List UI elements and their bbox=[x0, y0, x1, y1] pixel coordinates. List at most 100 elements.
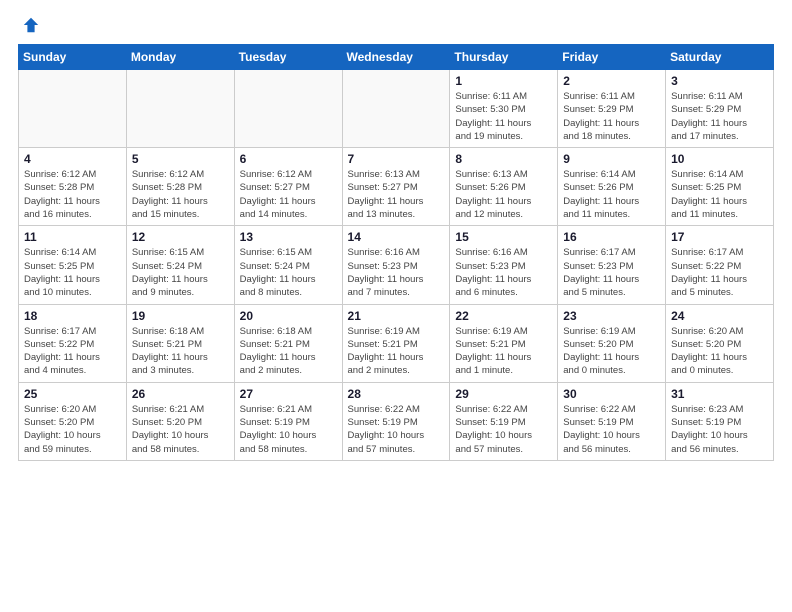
day-info: Sunrise: 6:14 AM Sunset: 5:25 PM Dayligh… bbox=[671, 168, 768, 221]
day-info: Sunrise: 6:17 AM Sunset: 5:22 PM Dayligh… bbox=[24, 325, 121, 378]
day-info: Sunrise: 6:21 AM Sunset: 5:20 PM Dayligh… bbox=[132, 403, 229, 456]
day-info: Sunrise: 6:19 AM Sunset: 5:20 PM Dayligh… bbox=[563, 325, 660, 378]
logo bbox=[18, 16, 40, 34]
calendar-cell: 19 Sunrise: 6:18 AM Sunset: 5:21 PM Dayli… bbox=[126, 304, 234, 382]
day-info: Sunrise: 6:17 AM Sunset: 5:23 PM Dayligh… bbox=[563, 246, 660, 299]
day-info: Sunrise: 6:15 AM Sunset: 5:24 PM Dayligh… bbox=[132, 246, 229, 299]
day-number: 27 bbox=[240, 387, 337, 401]
col-friday: Friday bbox=[558, 45, 666, 70]
day-info: Sunrise: 6:16 AM Sunset: 5:23 PM Dayligh… bbox=[348, 246, 445, 299]
calendar-cell: 25 Sunrise: 6:20 AM Sunset: 5:20 PM Dayli… bbox=[19, 382, 127, 460]
calendar-cell: 1 Sunrise: 6:11 AM Sunset: 5:30 PM Daylig… bbox=[450, 70, 558, 148]
logo-icon bbox=[22, 16, 40, 34]
day-info: Sunrise: 6:13 AM Sunset: 5:27 PM Dayligh… bbox=[348, 168, 445, 221]
calendar-cell: 2Sunrise: 6:11 AM Sunset: 5:29 PM Daylig… bbox=[558, 70, 666, 148]
page: Sunday Monday Tuesday Wednesday Thursday… bbox=[0, 0, 792, 612]
day-number: 25 bbox=[24, 387, 121, 401]
calendar-cell: 5 Sunrise: 6:12 AM Sunset: 5:28 PM Daylig… bbox=[126, 148, 234, 226]
day-info: Sunrise: 6:11 AM Sunset: 5:30 PM Dayligh… bbox=[455, 90, 552, 143]
day-number: 31 bbox=[671, 387, 768, 401]
calendar-cell: 20Sunrise: 6:18 AM Sunset: 5:21 PM Dayli… bbox=[234, 304, 342, 382]
calendar-cell: 3 Sunrise: 6:11 AM Sunset: 5:29 PM Daylig… bbox=[666, 70, 774, 148]
day-number: 16 bbox=[563, 230, 660, 244]
day-number: 8 bbox=[455, 152, 552, 166]
day-info: Sunrise: 6:18 AM Sunset: 5:21 PM Dayligh… bbox=[132, 325, 229, 378]
calendar-cell: 15 Sunrise: 6:16 AM Sunset: 5:23 PM Dayli… bbox=[450, 226, 558, 304]
calendar-cell: 8 Sunrise: 6:13 AM Sunset: 5:26 PM Daylig… bbox=[450, 148, 558, 226]
calendar-cell bbox=[19, 70, 127, 148]
day-number: 2 bbox=[563, 74, 660, 88]
day-info: Sunrise: 6:12 AM Sunset: 5:28 PM Dayligh… bbox=[24, 168, 121, 221]
day-number: 10 bbox=[671, 152, 768, 166]
calendar-cell bbox=[234, 70, 342, 148]
day-info: Sunrise: 6:19 AM Sunset: 5:21 PM Dayligh… bbox=[348, 325, 445, 378]
calendar-week-1: 1 Sunrise: 6:11 AM Sunset: 5:30 PM Daylig… bbox=[19, 70, 774, 148]
day-number: 15 bbox=[455, 230, 552, 244]
calendar-cell: 29Sunrise: 6:22 AM Sunset: 5:19 PM Dayli… bbox=[450, 382, 558, 460]
day-info: Sunrise: 6:22 AM Sunset: 5:19 PM Dayligh… bbox=[348, 403, 445, 456]
calendar-week-2: 4 Sunrise: 6:12 AM Sunset: 5:28 PM Daylig… bbox=[19, 148, 774, 226]
day-number: 21 bbox=[348, 309, 445, 323]
calendar-cell: 9Sunrise: 6:14 AM Sunset: 5:26 PM Daylig… bbox=[558, 148, 666, 226]
day-info: Sunrise: 6:21 AM Sunset: 5:19 PM Dayligh… bbox=[240, 403, 337, 456]
calendar-cell: 16 Sunrise: 6:17 AM Sunset: 5:23 PM Dayli… bbox=[558, 226, 666, 304]
calendar-cell: 28Sunrise: 6:22 AM Sunset: 5:19 PM Dayli… bbox=[342, 382, 450, 460]
calendar-cell: 22 Sunrise: 6:19 AM Sunset: 5:21 PM Dayli… bbox=[450, 304, 558, 382]
calendar-table: Sunday Monday Tuesday Wednesday Thursday… bbox=[18, 44, 774, 461]
day-info: Sunrise: 6:14 AM Sunset: 5:26 PM Dayligh… bbox=[563, 168, 660, 221]
calendar-cell: 26 Sunrise: 6:21 AM Sunset: 5:20 PM Dayli… bbox=[126, 382, 234, 460]
calendar-cell: 6 Sunrise: 6:12 AM Sunset: 5:27 PM Daylig… bbox=[234, 148, 342, 226]
day-info: Sunrise: 6:18 AM Sunset: 5:21 PM Dayligh… bbox=[240, 325, 337, 378]
day-info: Sunrise: 6:11 AM Sunset: 5:29 PM Dayligh… bbox=[671, 90, 768, 143]
day-number: 14 bbox=[348, 230, 445, 244]
day-info: Sunrise: 6:12 AM Sunset: 5:27 PM Dayligh… bbox=[240, 168, 337, 221]
day-info: Sunrise: 6:13 AM Sunset: 5:26 PM Dayligh… bbox=[455, 168, 552, 221]
calendar-cell: 14 Sunrise: 6:16 AM Sunset: 5:23 PM Dayli… bbox=[342, 226, 450, 304]
col-monday: Monday bbox=[126, 45, 234, 70]
day-number: 24 bbox=[671, 309, 768, 323]
calendar-cell: 17 Sunrise: 6:17 AM Sunset: 5:22 PM Dayli… bbox=[666, 226, 774, 304]
calendar-cell bbox=[342, 70, 450, 148]
calendar-cell: 18 Sunrise: 6:17 AM Sunset: 5:22 PM Dayli… bbox=[19, 304, 127, 382]
col-tuesday: Tuesday bbox=[234, 45, 342, 70]
day-info: Sunrise: 6:23 AM Sunset: 5:19 PM Dayligh… bbox=[671, 403, 768, 456]
day-info: Sunrise: 6:17 AM Sunset: 5:22 PM Dayligh… bbox=[671, 246, 768, 299]
day-number: 6 bbox=[240, 152, 337, 166]
day-number: 22 bbox=[455, 309, 552, 323]
day-number: 13 bbox=[240, 230, 337, 244]
calendar-week-4: 18 Sunrise: 6:17 AM Sunset: 5:22 PM Dayli… bbox=[19, 304, 774, 382]
calendar-header-row: Sunday Monday Tuesday Wednesday Thursday… bbox=[19, 45, 774, 70]
day-info: Sunrise: 6:14 AM Sunset: 5:25 PM Dayligh… bbox=[24, 246, 121, 299]
calendar-week-3: 11Sunrise: 6:14 AM Sunset: 5:25 PM Dayli… bbox=[19, 226, 774, 304]
day-info: Sunrise: 6:16 AM Sunset: 5:23 PM Dayligh… bbox=[455, 246, 552, 299]
col-thursday: Thursday bbox=[450, 45, 558, 70]
calendar-cell: 23 Sunrise: 6:19 AM Sunset: 5:20 PM Dayli… bbox=[558, 304, 666, 382]
col-saturday: Saturday bbox=[666, 45, 774, 70]
day-number: 5 bbox=[132, 152, 229, 166]
calendar-week-5: 25 Sunrise: 6:20 AM Sunset: 5:20 PM Dayli… bbox=[19, 382, 774, 460]
day-number: 19 bbox=[132, 309, 229, 323]
day-number: 12 bbox=[132, 230, 229, 244]
calendar-cell: 30Sunrise: 6:22 AM Sunset: 5:19 PM Dayli… bbox=[558, 382, 666, 460]
day-info: Sunrise: 6:20 AM Sunset: 5:20 PM Dayligh… bbox=[671, 325, 768, 378]
calendar-cell: 12 Sunrise: 6:15 AM Sunset: 5:24 PM Dayli… bbox=[126, 226, 234, 304]
day-number: 26 bbox=[132, 387, 229, 401]
day-number: 3 bbox=[671, 74, 768, 88]
day-number: 17 bbox=[671, 230, 768, 244]
day-info: Sunrise: 6:19 AM Sunset: 5:21 PM Dayligh… bbox=[455, 325, 552, 378]
col-wednesday: Wednesday bbox=[342, 45, 450, 70]
day-info: Sunrise: 6:12 AM Sunset: 5:28 PM Dayligh… bbox=[132, 168, 229, 221]
calendar-cell: 27 Sunrise: 6:21 AM Sunset: 5:19 PM Dayli… bbox=[234, 382, 342, 460]
day-info: Sunrise: 6:22 AM Sunset: 5:19 PM Dayligh… bbox=[563, 403, 660, 456]
day-number: 4 bbox=[24, 152, 121, 166]
day-number: 1 bbox=[455, 74, 552, 88]
day-number: 23 bbox=[563, 309, 660, 323]
calendar-cell: 13 Sunrise: 6:15 AM Sunset: 5:24 PM Dayli… bbox=[234, 226, 342, 304]
calendar-cell bbox=[126, 70, 234, 148]
calendar-cell: 10 Sunrise: 6:14 AM Sunset: 5:25 PM Dayli… bbox=[666, 148, 774, 226]
day-info: Sunrise: 6:20 AM Sunset: 5:20 PM Dayligh… bbox=[24, 403, 121, 456]
day-info: Sunrise: 6:15 AM Sunset: 5:24 PM Dayligh… bbox=[240, 246, 337, 299]
calendar-body: 1 Sunrise: 6:11 AM Sunset: 5:30 PM Daylig… bbox=[19, 70, 774, 461]
day-number: 7 bbox=[348, 152, 445, 166]
day-number: 18 bbox=[24, 309, 121, 323]
